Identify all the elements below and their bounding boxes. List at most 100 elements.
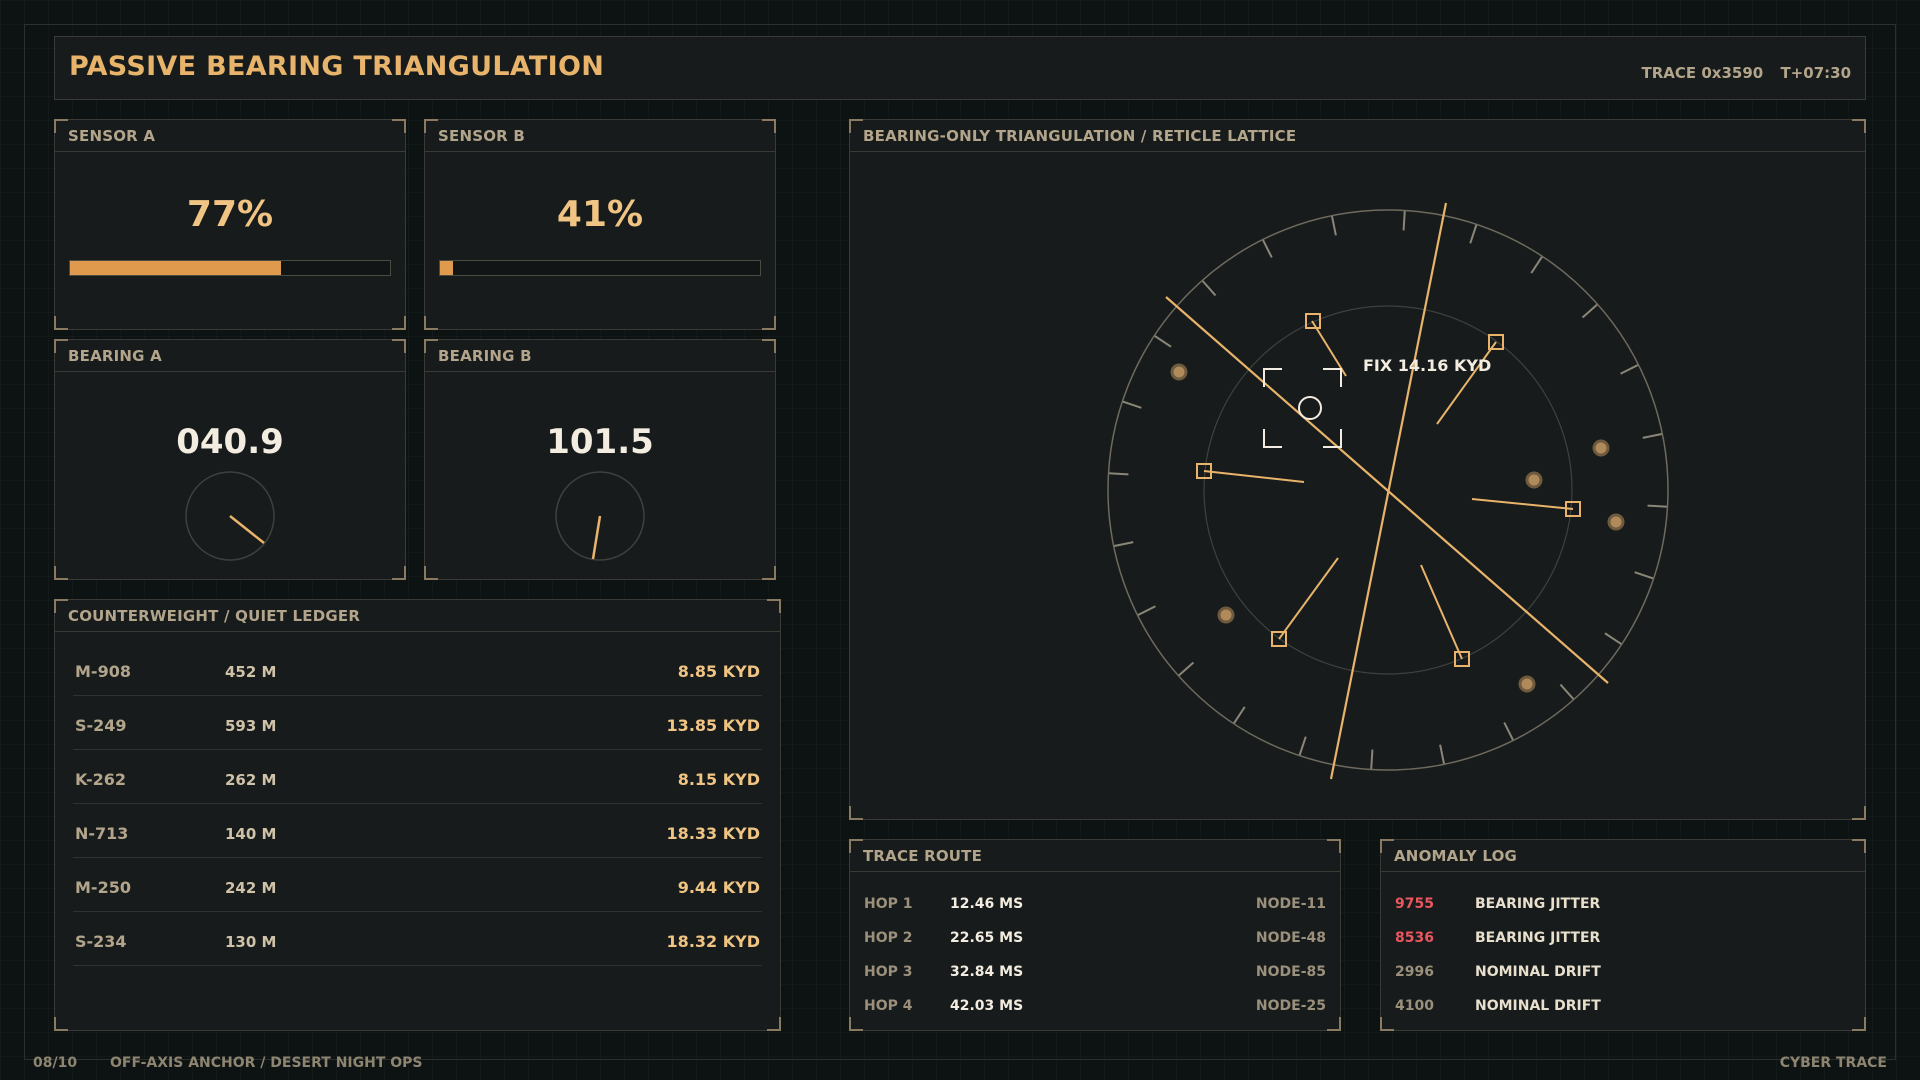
sensor-a-bar-fill [70,261,282,275]
trace-id: TRACE 0x3590 [1641,64,1764,82]
ring-tick [1113,541,1134,548]
header-meta: TRACE 0x3590 T+07:30 [1629,64,1851,82]
list-item: HOP 2 22.65 MS NODE-48 [864,930,1326,964]
table-row: S-249 593 M 13.85 KYD [73,696,762,750]
anomaly-log-title: ANOMALY LOG [1381,840,1865,872]
list-item: HOP 3 32.84 MS NODE-85 [864,964,1326,998]
spoke [1203,470,1305,483]
list-item: 9755 BEARING JITTER [1395,896,1851,930]
hop-latency: 22.65 MS [950,930,1024,946]
ring-tick [1634,571,1654,580]
sensor-b-title: SENSOR B [425,120,775,152]
triangulation-title: BEARING-ONLY TRIANGULATION / RETICLE LAT… [850,120,1865,152]
hop-node: NODE-11 [1255,896,1326,912]
ring-tick [1581,303,1599,319]
bearing-line-b [1329,202,1448,780]
ring-tick [1439,744,1446,765]
anomaly-message: NOMINAL DRIFT [1475,964,1601,980]
list-item: 4100 NOMINAL DRIFT [1395,998,1851,1032]
ledger-value: 18.32 KYD [666,932,760,951]
spoke [1278,557,1339,640]
hop-label: HOP 4 [864,998,913,1014]
ring-tick [1530,255,1544,274]
hop-label: HOP 3 [864,964,913,980]
ledger-dist: 593 M [225,717,277,735]
footer-caption: OFF-AXIS ANCHOR / DESERT NIGHT OPS [110,1055,423,1071]
ring-tick [1469,224,1478,244]
ring-tick [1647,504,1668,508]
anomaly-message: BEARING JITTER [1475,896,1601,912]
ring-tick [1153,334,1172,348]
hop-label: HOP 1 [864,896,913,912]
anomaly-code: 4100 [1395,998,1434,1014]
ledger-dist: 262 M [225,771,277,789]
mission-time: T+07:30 [1780,64,1851,82]
table-row: K-262 262 M 8.15 KYD [73,750,762,804]
trace-route-panel: TRACE ROUTE HOP 1 12.46 MS NODE-11 HOP 2… [849,839,1341,1031]
anomaly-message: NOMINAL DRIFT [1475,998,1601,1014]
ledger-id: S-234 [75,932,127,951]
hop-node: NODE-48 [1255,930,1326,946]
list-item: HOP 1 12.46 MS NODE-11 [864,896,1326,930]
ledger-id: N-713 [75,824,129,843]
ring-tick [1620,363,1639,375]
ledger-dist: 242 M [225,879,277,897]
ring-tick [1108,472,1129,476]
ring-tick [1232,706,1246,725]
bearing-a-dial [185,471,275,561]
triangulation-panel: BEARING-ONLY TRIANGULATION / RETICLE LAT… [849,119,1866,820]
anomaly-code: 2996 [1395,964,1434,980]
page-title: PASSIVE BEARING TRIANGULATION [69,51,605,82]
anomaly-code: 9755 [1395,896,1434,912]
fix-label: FIX 14.16 KYD [1363,356,1491,375]
trace-route-title: TRACE ROUTE [850,840,1340,872]
ring-tick [1503,722,1515,741]
sensor-a-title: SENSOR A [55,120,405,152]
ring-tick [1559,683,1575,701]
ledger-value: 9.44 KYD [677,878,760,897]
hop-node: NODE-25 [1255,998,1326,1014]
spoke [1471,498,1574,510]
ring-tick [1177,661,1195,677]
ring-tick [1201,279,1217,297]
bearing-line-a [1165,296,1609,684]
contact-dot [1518,675,1536,693]
hop-label: HOP 2 [864,930,913,946]
anomaly-log-panel: ANOMALY LOG 9755 BEARING JITTER 8536 BEA… [1380,839,1866,1031]
bearing-a-value: 040.9 [176,422,284,462]
page-indicator: 08/10 [33,1055,78,1071]
bearing-a-card: BEARING A 040.9 [54,339,406,580]
sensor-a-card: SENSOR A 77% [54,119,406,330]
list-item: 2996 NOMINAL DRIFT [1395,964,1851,998]
sensor-b-value: 41% [556,194,644,235]
ledger-value: 13.85 KYD [666,716,760,735]
ring-tick [1370,749,1374,770]
header-bar: PASSIVE BEARING TRIANGULATION TRACE 0x35… [54,36,1866,100]
hop-latency: 32.84 MS [950,964,1024,980]
list-item: 8536 BEARING JITTER [1395,930,1851,964]
hop-latency: 42.03 MS [950,998,1024,1014]
ring-tick [1402,210,1406,231]
ring-tick [1298,736,1307,756]
ring-tick [1122,400,1142,409]
sensor-b-bar [439,260,761,276]
contact-dot [1607,513,1625,531]
hop-latency: 12.46 MS [950,896,1024,912]
sensor-a-value: 77% [186,194,274,235]
contact-dot [1592,439,1610,457]
spoke [1436,341,1497,425]
anomaly-message: BEARING JITTER [1475,930,1601,946]
ledger-dist: 140 M [225,825,277,843]
bearing-b-dial [555,471,645,561]
ledger-title: COUNTERWEIGHT / QUIET LEDGER [55,600,780,632]
bearing-a-title: BEARING A [55,340,405,372]
ledger-id: K-262 [75,770,127,789]
ring-tick [1604,632,1623,646]
contact-dot [1170,363,1188,381]
ledger-id: M-908 [75,662,131,681]
ring-tick [1261,239,1273,258]
ledger-panel: COUNTERWEIGHT / QUIET LEDGER M-908 452 M… [54,599,781,1031]
ledger-id: M-250 [75,878,131,897]
spoke [1420,564,1463,660]
ledger-value: 8.15 KYD [677,770,760,789]
